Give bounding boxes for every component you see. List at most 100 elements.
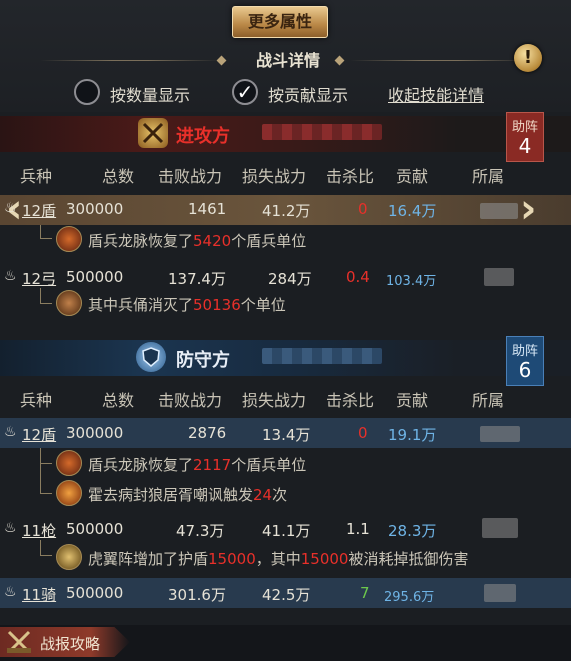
note-text: 个盾兵单位 bbox=[231, 232, 307, 250]
title-divider-left bbox=[40, 60, 220, 61]
col-defeated-power: 击败战力 bbox=[158, 167, 223, 186]
flame-icon: ♨ bbox=[4, 424, 17, 440]
contribution: 295.6万 bbox=[384, 590, 435, 605]
owner-obscured bbox=[480, 203, 518, 219]
lost-power: 41.1万 bbox=[262, 522, 311, 540]
kill-ratio: 1.1 bbox=[346, 520, 370, 538]
note-connector bbox=[40, 540, 52, 556]
unit-type[interactable]: 11枪 bbox=[22, 520, 56, 541]
shield-icon bbox=[136, 342, 166, 372]
battle-detail-title: 战斗详情 bbox=[255, 51, 320, 70]
skill-note: 盾兵龙脉恢复了2117个盾兵单位 bbox=[88, 454, 306, 475]
total: 500000 bbox=[66, 268, 124, 286]
note-text: 个单位 bbox=[240, 296, 286, 314]
flame-icon: ♨ bbox=[4, 268, 17, 284]
kill-ratio: 0 bbox=[358, 424, 368, 442]
note-number: 24 bbox=[253, 486, 273, 504]
by-contribution-checkbox[interactable]: ✓ bbox=[232, 79, 258, 105]
by-count-radio[interactable] bbox=[74, 79, 100, 105]
by-contribution-label[interactable]: 按贡献显示 bbox=[268, 82, 348, 106]
skill-note: 其中兵俑消灭了50136个单位 bbox=[88, 294, 286, 315]
defeated-power: 1461 bbox=[188, 200, 227, 218]
note-connector bbox=[40, 448, 52, 464]
owner-obscured bbox=[482, 518, 518, 538]
unit-type[interactable]: 12弓 bbox=[22, 268, 56, 289]
attacker-assist-badge[interactable]: 助阵 4 bbox=[506, 112, 544, 162]
defeated-power: 137.4万 bbox=[168, 270, 226, 288]
owner-obscured bbox=[480, 426, 520, 442]
flame-icon: ♨ bbox=[4, 584, 17, 600]
note-number: 15000 bbox=[208, 550, 256, 568]
contribution: 103.4万 bbox=[386, 274, 437, 289]
crossed-swords-icon bbox=[138, 118, 168, 148]
col-total: 总数 bbox=[102, 391, 135, 410]
lost-power: 13.4万 bbox=[262, 426, 311, 444]
contribution: 28.3万 bbox=[388, 522, 437, 540]
battle-guide-label[interactable]: 战报攻略 bbox=[40, 633, 100, 654]
next-arrow-icon[interactable]: › bbox=[520, 186, 536, 232]
note-text: 次 bbox=[272, 486, 288, 504]
huo-qubing-skill-icon bbox=[56, 480, 82, 506]
more-attributes-button[interactable]: 更多属性 bbox=[232, 6, 328, 38]
defender-name-obscured bbox=[262, 348, 382, 364]
note-number: 2117 bbox=[193, 456, 232, 474]
kill-ratio: 7 bbox=[360, 584, 370, 602]
owner-obscured bbox=[484, 268, 514, 286]
kill-ratio: 0 bbox=[358, 200, 368, 218]
note-text: ，其中 bbox=[255, 550, 301, 568]
attacker-title: 进攻方 bbox=[176, 126, 230, 147]
defeated-power: 47.3万 bbox=[176, 522, 225, 540]
unit-type[interactable]: 12盾 bbox=[22, 200, 56, 221]
defender-title: 防守方 bbox=[176, 350, 230, 371]
terracotta-skill-icon bbox=[56, 290, 82, 316]
note-text: 盾兵龙脉恢复了 bbox=[88, 456, 194, 474]
kill-ratio: 0.4 bbox=[346, 268, 370, 286]
owner-obscured bbox=[484, 584, 516, 602]
unit-type[interactable]: 11骑 bbox=[22, 584, 56, 605]
col-total: 总数 bbox=[102, 167, 135, 186]
assist-label: 助阵 bbox=[511, 344, 538, 359]
note-text: 霍去病封狼居胥嘲讽触发 bbox=[88, 486, 254, 504]
collapse-skill-details-link[interactable]: 收起技能详情 bbox=[388, 82, 484, 106]
col-unit-type: 兵种 bbox=[20, 391, 53, 410]
total: 500000 bbox=[66, 520, 124, 538]
note-text: 虎翼阵增加了护盾 bbox=[88, 550, 209, 568]
assist-count: 6 bbox=[518, 358, 532, 382]
col-owner: 所属 bbox=[472, 391, 505, 410]
contribution: 16.4万 bbox=[388, 202, 437, 220]
col-defeated-power: 击败战力 bbox=[158, 391, 223, 410]
col-owner: 所属 bbox=[472, 167, 505, 186]
col-lost-power: 损失战力 bbox=[242, 391, 307, 410]
dragon-vein-skill-icon bbox=[56, 450, 82, 476]
total: 300000 bbox=[66, 424, 124, 442]
note-text: 其中兵俑消灭了 bbox=[88, 296, 194, 314]
col-contribution: 贡献 bbox=[396, 167, 429, 186]
note-text: 被消耗掉抵御伤害 bbox=[348, 550, 469, 568]
crossed-swords-icon bbox=[4, 628, 34, 656]
note-number: 50136 bbox=[193, 296, 241, 314]
flame-icon: ♨ bbox=[4, 520, 17, 536]
skill-note: 霍去病封狼居胥嘲讽触发24次 bbox=[88, 484, 287, 505]
lost-power: 284万 bbox=[268, 270, 312, 288]
note-connector bbox=[40, 225, 52, 239]
dragon-vein-skill-icon bbox=[56, 226, 82, 252]
note-connector bbox=[40, 288, 52, 304]
defender-assist-badge[interactable]: 助阵 6 bbox=[506, 336, 544, 386]
total: 500000 bbox=[66, 584, 124, 602]
col-kill-ratio: 击杀比 bbox=[326, 391, 375, 410]
by-count-label[interactable]: 按数量显示 bbox=[110, 82, 190, 106]
info-warning-icon[interactable]: ! bbox=[514, 44, 542, 72]
note-text: 盾兵龙脉恢复了 bbox=[88, 232, 194, 250]
col-lost-power: 损失战力 bbox=[242, 167, 307, 186]
skill-note: 盾兵龙脉恢复了5420个盾兵单位 bbox=[88, 230, 306, 251]
note-number: 15000 bbox=[300, 550, 349, 568]
total: 300000 bbox=[66, 200, 124, 218]
tiger-wing-formation-icon bbox=[56, 544, 82, 570]
defeated-power: 301.6万 bbox=[168, 586, 226, 604]
flame-icon: ♨ bbox=[4, 200, 17, 216]
attacker-name-obscured bbox=[262, 124, 382, 140]
assist-count: 4 bbox=[518, 134, 532, 158]
unit-type[interactable]: 12盾 bbox=[22, 424, 56, 445]
col-contribution: 贡献 bbox=[396, 391, 429, 410]
lost-power: 41.2万 bbox=[262, 202, 311, 220]
